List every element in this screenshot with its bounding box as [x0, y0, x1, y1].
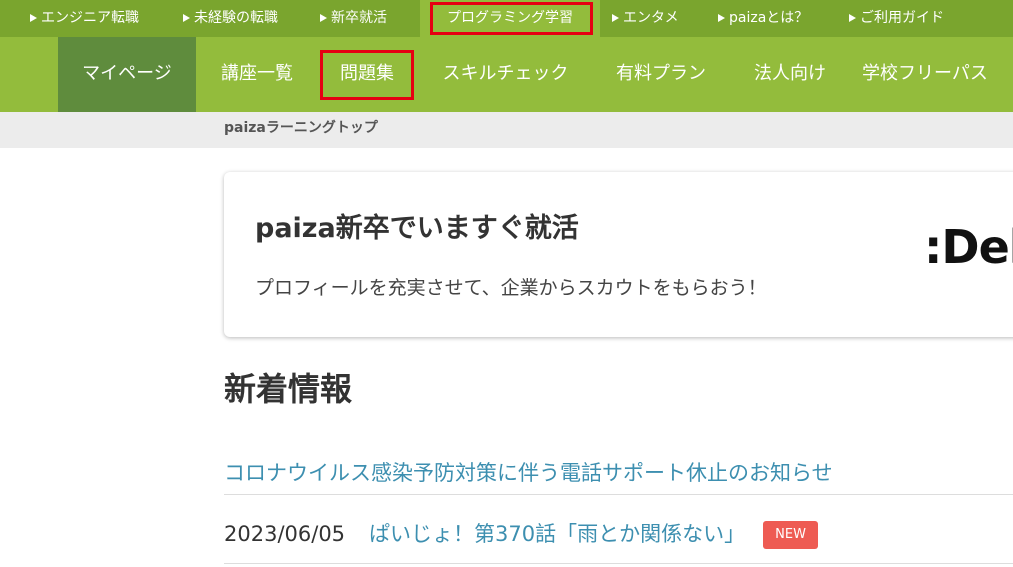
main-nav-course-list[interactable]: 講座一覧	[205, 37, 309, 112]
promo-banner-card[interactable]: paiza新卒でいますぐ就活 プロフィールを充実させて、企業からスカウトをもらお…	[224, 172, 1013, 337]
promo-logo: :Del	[924, 220, 1013, 274]
top-nav-entertainment[interactable]: エンタメ	[612, 0, 679, 37]
triangle-right-icon	[183, 14, 190, 22]
news-list-item: 2023/06/05 ぱいじょ！第370話「雨とか関係ない」 NEW	[224, 515, 1013, 564]
triangle-right-icon	[718, 14, 725, 22]
news-date: 2023/06/05	[224, 522, 346, 546]
main-nav-skill-check[interactable]: スキルチェック	[428, 37, 583, 112]
new-badge: NEW	[763, 520, 818, 549]
breadcrumb-item-top[interactable]: paizaラーニングトップ	[224, 112, 378, 145]
triangle-right-icon	[849, 14, 856, 22]
promo-title: paiza新卒でいますぐ就活	[255, 213, 579, 244]
triangle-right-icon	[30, 14, 37, 22]
main-nav-for-business[interactable]: 法人向け	[741, 37, 839, 112]
top-nav-inexperienced-career[interactable]: 未経験の転職	[183, 0, 278, 37]
news-link[interactable]: ぱいじょ！第370話「雨とか関係ない」	[369, 522, 745, 546]
triangle-right-icon	[320, 14, 327, 22]
main-nav-mypage[interactable]: マイページ	[58, 37, 196, 112]
top-nav-usage-guide[interactable]: ご利用ガイド	[849, 0, 944, 37]
top-nav-engineer-career[interactable]: エンジニア転職	[30, 0, 139, 37]
main-navigation-bar: マイページ 講座一覧 問題集 スキルチェック 有料プラン 法人向け 学校フリーパ…	[0, 37, 1013, 112]
news-list-item: コロナウイルス感染予防対策に伴う電話サポート休止のお知らせ	[224, 456, 1013, 495]
news-link[interactable]: コロナウイルス感染予防対策に伴う電話サポート休止のお知らせ	[224, 461, 833, 485]
main-nav-school-free-pass[interactable]: 学校フリーパス	[862, 37, 1013, 112]
main-nav-problem-set[interactable]: 問題集	[322, 37, 412, 112]
top-nav-programming-learning[interactable]: プログラミング学習	[420, 0, 600, 37]
triangle-right-icon	[612, 14, 619, 22]
promo-subtitle: プロフィールを充実させて、企業からスカウトをもらおう！	[255, 277, 767, 299]
breadcrumb: paizaラーニングトップ	[0, 112, 1013, 148]
top-nav-new-grad[interactable]: 新卒就活	[320, 0, 387, 37]
main-nav-paid-plan[interactable]: 有料プラン	[602, 37, 720, 112]
news-heading: 新着情報	[224, 370, 353, 408]
top-nav-about-paiza[interactable]: paizaとは？	[718, 0, 808, 37]
top-navigation-bar: エンジニア転職 未経験の転職 新卒就活 プログラミング学習 エンタメ paiza…	[0, 0, 1013, 37]
